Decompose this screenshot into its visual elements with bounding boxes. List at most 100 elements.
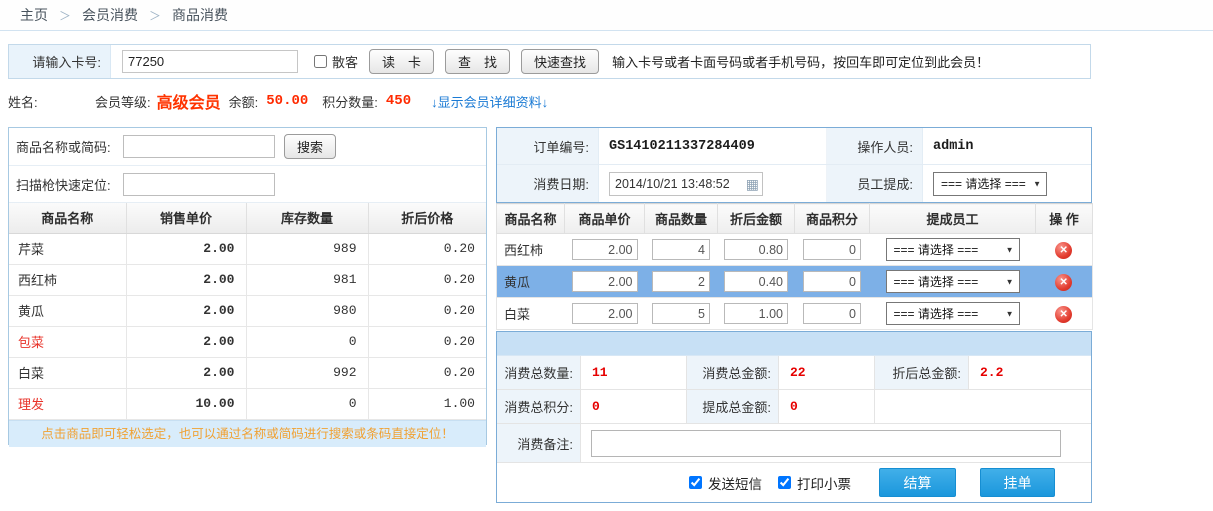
- cart-points-input[interactable]: [803, 271, 861, 292]
- cart-price-input[interactable]: [572, 303, 638, 324]
- cart-qty-input[interactable]: [652, 271, 710, 292]
- find-button[interactable]: 查 找: [445, 49, 510, 74]
- total-amount-label: 消费总金额:: [687, 356, 779, 390]
- cart-col-staff: 提成员工: [870, 204, 1036, 234]
- guest-label: 散客: [332, 52, 358, 71]
- consume-date-field: ▦: [609, 172, 763, 196]
- order-info-box: 订单编号: GS1410211337284409 操作人员: admin 消费日…: [496, 127, 1092, 203]
- member-name-label: 姓名:: [8, 92, 95, 111]
- consume-date-input[interactable]: [615, 177, 746, 191]
- hold-order-button[interactable]: 挂单: [980, 468, 1055, 497]
- order-no-value: GS1410211337284409: [609, 139, 755, 154]
- cart-amount-input[interactable]: [724, 239, 788, 260]
- member-balance-value: 50.00: [266, 93, 308, 109]
- consume-date-label: 消费日期:: [497, 165, 599, 202]
- cart-row: 西红柿 === 请选择 ===▼ ✕: [497, 234, 1093, 266]
- staff-commission-select[interactable]: === 请选择 ===: [933, 172, 1047, 196]
- remark-input[interactable]: [591, 430, 1061, 457]
- cart-price-input[interactable]: [572, 239, 638, 260]
- member-level-label: 会员等级:: [95, 92, 151, 111]
- total-points-value: 0: [581, 390, 687, 424]
- member-balance-label: 余额:: [229, 92, 259, 111]
- card-number-input[interactable]: [122, 50, 298, 73]
- breadcrumb-goods-consume: 商品消费: [172, 7, 228, 23]
- order-summary-box: 消费总数量: 11 消费总金额: 22 折后总金额: 2.2 消费总积分: 0 …: [496, 331, 1092, 503]
- delete-row-icon[interactable]: ✕: [1055, 274, 1072, 291]
- member-detail-toggle[interactable]: ↓显示会员详细资料↓: [431, 92, 548, 111]
- print-receipt-label: 打印小票: [797, 473, 851, 493]
- member-points-label: 积分数量:: [322, 92, 378, 111]
- order-no-label: 订单编号:: [497, 128, 599, 164]
- product-col-name: 商品名称: [9, 203, 126, 233]
- total-qty-value: 11: [581, 356, 687, 390]
- cart-staff-select[interactable]: === 请选择 ===: [886, 270, 1020, 293]
- read-card-button[interactable]: 读 卡: [369, 49, 434, 74]
- cart-col-operate: 操 作: [1036, 204, 1093, 234]
- product-row[interactable]: 白菜 2.00 992 0.20: [9, 357, 486, 388]
- calendar-icon[interactable]: ▦: [746, 177, 759, 191]
- product-search-input[interactable]: [123, 135, 275, 158]
- staff-commission-label: 员工提成:: [827, 165, 923, 202]
- total-qty-label: 消费总数量:: [497, 356, 581, 390]
- cart-col-points: 商品积分: [795, 204, 870, 234]
- cart-table: 商品名称 商品单价 商品数量 折后金额 商品积分 提成员工 操 作 西红柿 ==…: [496, 203, 1093, 330]
- breadcrumb-separator: ＞: [149, 9, 161, 23]
- delete-row-icon[interactable]: ✕: [1055, 306, 1072, 323]
- product-table: 商品名称 销售单价 库存数量 折后价格 芹菜 2.00 989 0.20 西红柿…: [9, 203, 486, 420]
- cart-staff-select[interactable]: === 请选择 ===: [886, 238, 1020, 261]
- product-row[interactable]: 西红柿 2.00 981 0.20: [9, 264, 486, 295]
- total-discount-label: 折后总金额:: [875, 356, 969, 390]
- card-search-hint: 输入卡号或者卡面号码或者手机号码，按回车即可定位到此会员！: [612, 52, 989, 71]
- total-commission-label: 提成总金额:: [687, 390, 779, 424]
- operator-value: admin: [933, 139, 974, 154]
- cart-col-qty: 商品数量: [645, 204, 718, 234]
- scanner-locate-label: 扫描枪快速定位:: [16, 175, 123, 194]
- breadcrumb-member-consume[interactable]: 会员消费: [82, 7, 138, 23]
- summary-spacer-band: [497, 332, 1091, 356]
- member-level-value: 高级会员: [157, 89, 221, 113]
- total-commission-value: 0: [779, 390, 875, 424]
- product-row[interactable]: 包菜 2.00 0 0.20: [9, 326, 486, 357]
- print-receipt-checkbox[interactable]: [778, 476, 791, 489]
- scanner-locate-input[interactable]: [123, 173, 275, 196]
- product-col-price: 销售单价: [126, 203, 246, 233]
- product-row[interactable]: 芹菜 2.00 989 0.20: [9, 233, 486, 264]
- cart-staff-select[interactable]: === 请选择 ===: [886, 302, 1020, 325]
- quick-find-button[interactable]: 快速查找: [521, 49, 599, 74]
- delete-row-icon[interactable]: ✕: [1055, 242, 1072, 259]
- product-col-stock: 库存数量: [246, 203, 368, 233]
- cart-qty-input[interactable]: [652, 303, 710, 324]
- breadcrumb-home[interactable]: 主页: [20, 7, 48, 23]
- product-panel: 商品名称或简码: 搜索 扫描枪快速定位: 商品名称 销售单价 库存数量 折后价格…: [8, 127, 487, 445]
- settle-button[interactable]: 结算: [879, 468, 956, 497]
- card-number-label: 请输入卡号:: [9, 45, 111, 78]
- cart-price-input[interactable]: [572, 271, 638, 292]
- member-info-row: 姓名: 会员等级: 高级会员 余额: 50.00 积分数量: 450 ↓显示会员…: [8, 88, 1091, 114]
- cart-col-amount: 折后金额: [718, 204, 795, 234]
- cart-col-name: 商品名称: [497, 204, 565, 234]
- product-col-discounted: 折后价格: [368, 203, 486, 233]
- product-search-label: 商品名称或简码:: [16, 137, 123, 156]
- card-search-panel: 请输入卡号: 散客 读 卡 查 找 快速查找 输入卡号或者卡面号码或者手机号码，…: [8, 44, 1091, 79]
- cart-row: 白菜 === 请选择 ===▼ ✕: [497, 298, 1093, 330]
- cart-qty-input[interactable]: [652, 239, 710, 260]
- cart-points-input[interactable]: [803, 239, 861, 260]
- product-row[interactable]: 理发 10.00 0 1.00: [9, 388, 486, 419]
- cart-amount-input[interactable]: [724, 271, 788, 292]
- operator-label: 操作人员:: [827, 128, 923, 164]
- summary-empty-cell: [875, 390, 1091, 424]
- product-row[interactable]: 黄瓜 2.00 980 0.20: [9, 295, 486, 326]
- send-sms-label: 发送短信: [708, 473, 762, 493]
- total-amount-value: 22: [779, 356, 875, 390]
- total-points-label: 消费总积分:: [497, 390, 581, 424]
- product-search-button[interactable]: 搜索: [284, 134, 336, 159]
- remark-label: 消费备注:: [497, 424, 581, 463]
- cart-row-selected: 黄瓜 === 请选择 ===▼ ✕: [497, 266, 1093, 298]
- cart-amount-input[interactable]: [724, 303, 788, 324]
- breadcrumb-separator: ＞: [59, 9, 71, 23]
- guest-checkbox[interactable]: [314, 55, 327, 68]
- cart-col-price: 商品单价: [565, 204, 645, 234]
- send-sms-checkbox[interactable]: [689, 476, 702, 489]
- breadcrumb: 主页 ＞ 会员消费 ＞ 商品消费: [0, 0, 1213, 31]
- cart-points-input[interactable]: [803, 303, 861, 324]
